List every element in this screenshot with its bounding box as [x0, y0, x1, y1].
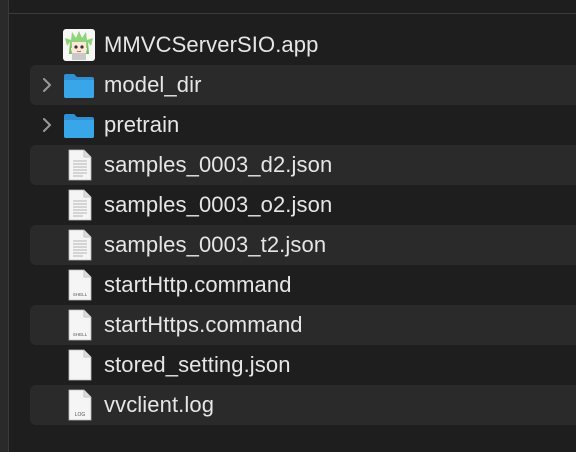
- list-item[interactable]: stored_setting.json: [30, 345, 576, 385]
- icon-text: LOG: [75, 412, 86, 418]
- file-name: MMVCServerSIO.app: [104, 32, 319, 57]
- file-name: startHttp.command: [104, 272, 292, 297]
- list-item[interactable]: samples_0003_t2.json: [30, 225, 576, 265]
- window-left-edge: [0, 0, 9, 452]
- list-item[interactable]: pretrain: [30, 105, 576, 145]
- list-item[interactable]: SHELL startHttp.command: [30, 265, 576, 305]
- folder-icon: [64, 114, 94, 138]
- icon-text: SHELL: [73, 292, 88, 297]
- file-name: stored_setting.json: [104, 352, 291, 377]
- file-name: vvclient.log: [104, 392, 215, 417]
- shell-script-icon: SHELL: [68, 309, 92, 341]
- shell-script-icon: SHELL: [68, 269, 92, 301]
- file-name: startHttps.command: [104, 312, 303, 337]
- file-name: model_dir: [104, 72, 202, 97]
- blank-document-icon: [68, 349, 92, 381]
- list-item[interactable]: samples_0003_d2.json: [30, 145, 576, 185]
- log-file-icon: LOG: [68, 389, 92, 421]
- file-name: samples_0003_o2.json: [104, 192, 333, 217]
- chevron-right-icon[interactable]: [38, 116, 56, 134]
- folder-icon: [64, 74, 94, 98]
- list-item[interactable]: SHELL startHttps.command: [30, 305, 576, 345]
- file-name: samples_0003_d2.json: [104, 152, 333, 177]
- app-icon: [63, 29, 95, 61]
- file-list: MMVCServerSIO.app model_dir pretrain sam…: [30, 25, 576, 425]
- document-icon: [68, 229, 92, 261]
- list-item[interactable]: MMVCServerSIO.app: [30, 25, 576, 65]
- list-item[interactable]: LOG vvclient.log: [30, 385, 576, 425]
- document-icon: [68, 149, 92, 181]
- divider: [8, 13, 576, 14]
- file-name: pretrain: [104, 112, 180, 137]
- document-icon: [68, 189, 92, 221]
- list-item[interactable]: model_dir: [30, 65, 576, 105]
- file-name: samples_0003_t2.json: [104, 232, 327, 257]
- list-item[interactable]: samples_0003_o2.json: [30, 185, 576, 225]
- chevron-right-icon[interactable]: [38, 76, 56, 94]
- icon-text: SHELL: [73, 332, 88, 337]
